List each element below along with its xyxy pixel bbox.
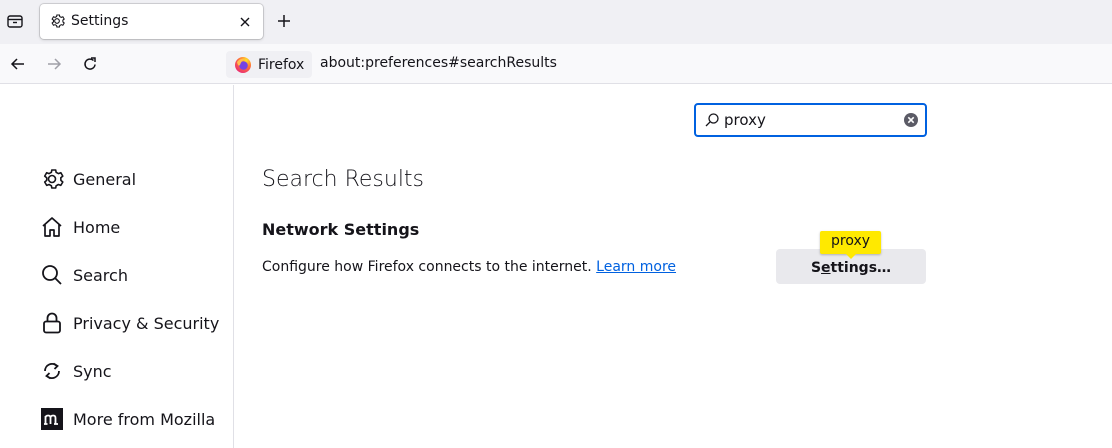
close-icon[interactable]	[236, 13, 254, 31]
reload-icon[interactable]	[80, 54, 100, 74]
url-text[interactable]: about:preferences#searchResults	[320, 55, 557, 72]
firefox-logo-icon	[234, 56, 252, 74]
gear-icon	[40, 167, 64, 191]
clear-icon[interactable]	[903, 112, 919, 128]
search-input[interactable]	[724, 110, 894, 130]
gear-icon	[49, 13, 65, 29]
sidebar-item-general[interactable]: General	[40, 165, 136, 193]
plus-icon[interactable]	[274, 11, 294, 31]
network-settings-description: Configure how Firefox connects to the in…	[262, 258, 676, 276]
learn-more-link[interactable]: Learn more	[596, 259, 676, 275]
sync-icon	[40, 359, 64, 383]
search-icon	[704, 112, 720, 128]
tab-strip: Settings	[0, 0, 1112, 44]
tab-settings[interactable]: Settings	[40, 4, 263, 39]
search-match-tooltip: proxy	[820, 231, 882, 259]
button-label-end: ttings…	[830, 259, 892, 276]
lock-icon	[40, 311, 64, 335]
sidebar-item-label: Sync	[73, 361, 112, 381]
navigation-bar: Firefox about:preferences#searchResults	[0, 44, 1112, 84]
sidebar-item-label: More from Mozilla	[73, 409, 216, 429]
network-settings-title: Network Settings	[262, 220, 420, 239]
tab-title: Settings	[71, 13, 129, 29]
access-key: e	[821, 259, 831, 276]
sidebar-item-label: Search	[73, 265, 128, 285]
tab-list-icon[interactable]	[4, 10, 26, 32]
description-text: Configure how Firefox connects to the in…	[262, 259, 592, 275]
sidebar-item-privacy[interactable]: Privacy & Security	[40, 309, 219, 337]
forward-arrow-icon[interactable]	[44, 54, 64, 74]
search-results-heading: Search Results	[262, 167, 425, 192]
sidebar-item-search[interactable]: Search	[40, 261, 128, 289]
sidebar-item-label: General	[73, 169, 137, 189]
mozilla-icon	[40, 407, 64, 431]
url-bar[interactable]: Firefox about:preferences#searchResults	[222, 48, 1112, 80]
button-label-start: S	[810, 259, 822, 276]
identity-label: Firefox	[258, 56, 305, 73]
sidebar-item-label: Privacy & Security	[73, 313, 220, 333]
home-icon	[40, 215, 64, 239]
sidebar-item-sync[interactable]: Sync	[40, 357, 112, 385]
sidebar-item-home[interactable]: Home	[40, 213, 120, 241]
search-field[interactable]	[694, 103, 927, 137]
back-arrow-icon[interactable]	[8, 54, 28, 74]
search-icon	[40, 263, 64, 287]
sidebar-item-label: Home	[73, 217, 121, 237]
identity-box[interactable]: Firefox	[226, 51, 312, 78]
categories-sidebar: General Home Search Privacy & Security S…	[0, 85, 234, 448]
sidebar-item-more-from-mozilla[interactable]: More from Mozilla	[40, 405, 215, 433]
